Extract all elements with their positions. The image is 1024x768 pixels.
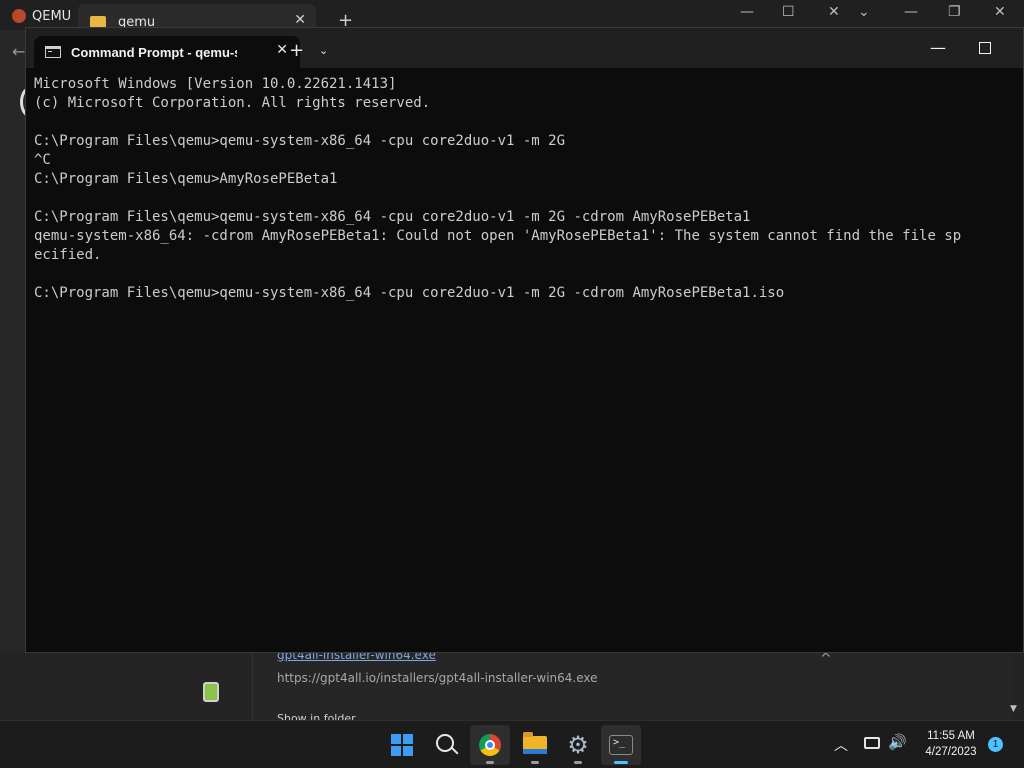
terminal-line: qemu-system-x86_64: -cdrom AmyRosePEBeta…: [34, 228, 962, 244]
minimize-button[interactable]: —: [930, 38, 946, 57]
command-prompt-icon: [45, 46, 61, 58]
windows-start-icon: [391, 734, 413, 756]
explorer-close-icon[interactable]: ✕: [828, 4, 840, 20]
terminal-line: (c) Microsoft Corporation. All rights re…: [34, 95, 431, 111]
volume-icon[interactable]: 🔊: [888, 733, 907, 751]
show-hidden-icons-chevron-icon[interactable]: ︿: [834, 735, 848, 755]
chevron-down-icon[interactable]: ⌄: [319, 44, 328, 57]
file-explorer-icon: [523, 732, 547, 754]
search-icon: [436, 734, 454, 752]
download-url: https://gpt4all.io/installers/gpt4all-in…: [277, 671, 598, 685]
qemu-window-tab[interactable]: QEMU: [12, 4, 72, 28]
explorer-maximize-icon[interactable]: ☐: [782, 4, 795, 20]
terminal-titlebar[interactable]: Command Prompt - qemu-system-x86_64 ✕ + …: [26, 28, 1023, 68]
system-clock[interactable]: 11:55 AM 4/27/2023: [912, 728, 990, 760]
terminal-tab-title: Command Prompt - qemu-system-x86_64: [71, 44, 237, 60]
background-window-edge: ←: [0, 30, 42, 720]
terminal-current-command: C:\Program Files\qemu>qemu-system-x86_64…: [34, 285, 785, 301]
notification-badge[interactable]: 1: [988, 737, 1003, 752]
terminal-line: C:\Program Files\qemu>qemu-system-x86_64…: [34, 133, 566, 149]
running-indicator: [531, 761, 539, 764]
download-item-panel: [252, 652, 1010, 720]
clock-date: 4/27/2023: [925, 746, 977, 758]
settings-gear-icon: ⚙: [567, 731, 589, 759]
back-arrow-icon[interactable]: ←: [12, 42, 25, 61]
terminal-line: Microsoft Windows [Version 10.0.22621.14…: [34, 76, 397, 92]
running-indicator: [574, 761, 582, 764]
close-icon[interactable]: ✕: [294, 12, 306, 28]
terminal-taskbar-button[interactable]: [601, 725, 641, 765]
file-explorer-taskbar-button[interactable]: [515, 725, 555, 765]
taskbar: ⚙ ︿ 🔊 11:55 AM 4/27/2023 1: [0, 720, 1024, 768]
running-indicator: [486, 761, 494, 764]
terminal-line: C:\Program Files\qemu>AmyRosePEBeta1: [34, 171, 338, 187]
search-button[interactable]: [427, 725, 467, 765]
downloads-panel: gpt4all-installer-win64.exe ✕ https://gp…: [0, 646, 1024, 725]
qemu-icon: [12, 9, 26, 23]
installer-file-icon: [203, 682, 219, 702]
terminal-line: ecified.: [34, 247, 102, 263]
clock-time: 11:55 AM: [927, 730, 975, 742]
terminal-line: ^C: [34, 152, 51, 168]
browser-restore-icon[interactable]: ❐: [948, 4, 961, 20]
new-tab-button[interactable]: +: [289, 40, 304, 61]
scroll-down-icon[interactable]: ▼: [1010, 704, 1017, 714]
close-tab-icon[interactable]: ✕: [276, 42, 288, 58]
active-indicator: [614, 761, 628, 764]
network-icon[interactable]: [864, 737, 880, 749]
terminal-window[interactable]: Command Prompt - qemu-system-x86_64 ✕ + …: [25, 27, 1024, 653]
terminal-tab[interactable]: Command Prompt - qemu-system-x86_64 ✕: [34, 36, 300, 68]
chrome-taskbar-button[interactable]: [470, 725, 510, 765]
browser-close-icon[interactable]: ✕: [994, 4, 1006, 20]
chrome-icon: [479, 734, 501, 756]
explorer-minimize-icon[interactable]: —: [740, 4, 754, 20]
terminal-line: C:\Program Files\qemu>qemu-system-x86_64…: [34, 209, 751, 225]
terminal-icon: [609, 735, 633, 755]
start-button[interactable]: [382, 725, 422, 765]
browser-tab-search-icon[interactable]: ⌄: [858, 4, 870, 20]
background-window-titlebar: QEMU qemu ✕ + — ☐ ✕ ⌄ — ❐ ✕: [0, 0, 1024, 40]
settings-taskbar-button[interactable]: ⚙: [558, 725, 598, 765]
terminal-output[interactable]: Microsoft Windows [Version 10.0.22621.14…: [34, 75, 1023, 652]
maximize-button[interactable]: [979, 42, 991, 54]
browser-minimize-icon[interactable]: —: [904, 4, 918, 20]
qemu-tab-label: QEMU: [32, 8, 72, 24]
